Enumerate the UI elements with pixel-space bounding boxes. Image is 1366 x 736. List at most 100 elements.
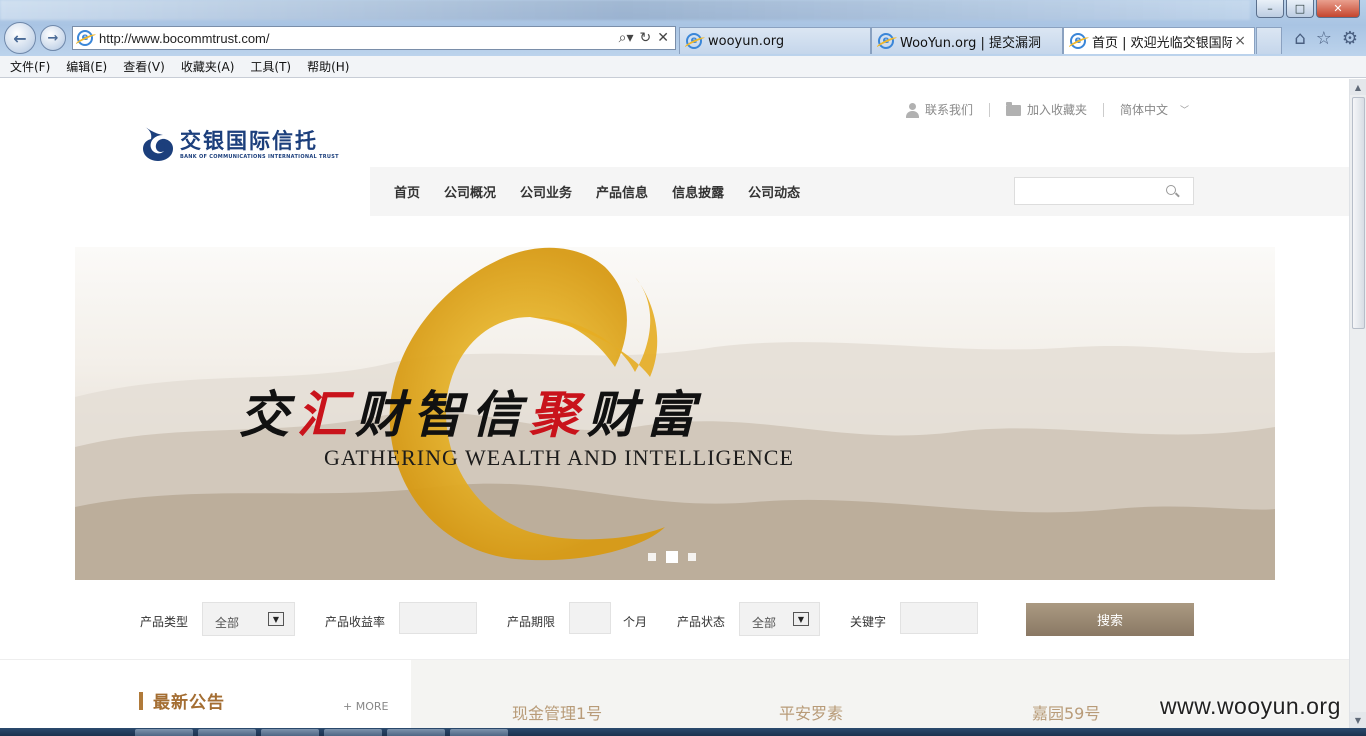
favorite-label: 加入收藏夹 xyxy=(1027,103,1088,117)
status-value: 全部 xyxy=(752,616,777,630)
browser-tab-active[interactable]: e 首页 | 欢迎光临交银国际... × xyxy=(1063,27,1255,54)
banner-headline-accent: 汇 xyxy=(297,385,355,444)
more-link[interactable]: + MORE xyxy=(343,700,388,713)
ie-icon: e xyxy=(77,30,93,46)
address-bar[interactable]: e http://www.bocommtrust.com/ ⌕▾ ↻ ✕ xyxy=(72,26,676,50)
hero-banner[interactable]: 交汇财智信聚财富 GATHERING WEALTH AND INTELLIGEN… xyxy=(75,247,1275,580)
language-selector[interactable]: 简体中文 ﹀ xyxy=(1120,101,1189,118)
taskbar-item[interactable] xyxy=(387,729,445,736)
keyword-label: 关键字 xyxy=(850,615,887,629)
search-dropdown-icon[interactable]: ⌕▾ xyxy=(619,30,634,46)
term-label: 产品期限 xyxy=(507,615,556,629)
product-type-label: 产品类型 xyxy=(140,615,189,629)
ie-icon: e xyxy=(686,33,702,49)
product-type-value: 全部 xyxy=(215,616,240,630)
menu-tools[interactable]: 工具(T) xyxy=(250,58,291,75)
nav-disclosure[interactable]: 信息披露 xyxy=(672,182,724,201)
menu-view[interactable]: 查看(V) xyxy=(123,58,165,75)
nav-products[interactable]: 产品信息 xyxy=(596,182,648,201)
tab-label: 首页 | 欢迎光临交银国际... xyxy=(1092,35,1232,51)
carousel-dot[interactable] xyxy=(648,553,656,561)
nav-home[interactable]: 首页 xyxy=(370,182,420,201)
ie-icon: e xyxy=(878,33,894,49)
product-search-button[interactable]: 搜索 xyxy=(1026,603,1194,636)
product-name[interactable]: 嘉园59号 xyxy=(1032,700,1100,724)
web-page: 联系我们 加入收藏夹 简体中文 ﹀ 交银国际信托 BANK OF COMMUNI… xyxy=(0,79,1349,728)
nav-news[interactable]: 公司动态 xyxy=(748,182,800,201)
new-tab-button[interactable] xyxy=(1256,27,1282,54)
refresh-icon[interactable]: ↻ xyxy=(640,30,652,46)
utility-links: 联系我们 加入收藏夹 简体中文 ﹀ xyxy=(905,101,1189,118)
scroll-up-icon[interactable]: ▲ xyxy=(1350,79,1366,95)
banner-headline-part: 财富 xyxy=(587,385,703,444)
banner-headline-accent: 聚 xyxy=(529,385,587,444)
term-input[interactable] xyxy=(569,602,611,634)
yield-input[interactable] xyxy=(399,602,477,634)
menu-favorites[interactable]: 收藏夹(A) xyxy=(181,58,235,75)
maximize-button[interactable]: □ xyxy=(1286,0,1314,18)
scroll-down-icon[interactable]: ▼ xyxy=(1350,712,1366,728)
search-icon[interactable] xyxy=(1166,185,1176,195)
taskbar-item[interactable] xyxy=(261,729,319,736)
close-window-button[interactable]: ✕ xyxy=(1316,0,1360,18)
site-logo[interactable]: 交银国际信托 BANK OF COMMUNICATIONS INTERNATIO… xyxy=(139,125,339,165)
forward-button[interactable]: → xyxy=(40,25,66,51)
carousel-dots xyxy=(648,551,696,563)
taskbar-item[interactable] xyxy=(324,729,382,736)
os-taskbar xyxy=(0,728,1366,736)
watermark: www.wooyun.org xyxy=(1160,693,1341,719)
forward-arrow-icon: → xyxy=(47,30,59,46)
home-icon[interactable]: ⌂ xyxy=(1294,28,1305,49)
news-section: 最新公告 + MORE xyxy=(0,659,411,728)
ie-icon: e xyxy=(1070,33,1086,49)
contact-link[interactable]: 联系我们 xyxy=(905,101,973,118)
browser-tab[interactable]: e WooYun.org | 提交漏洞 xyxy=(871,27,1063,54)
menu-bar: 文件(F) 编辑(E) 查看(V) 收藏夹(A) 工具(T) 帮助(H) xyxy=(0,56,1366,78)
stop-icon[interactable]: ✕ xyxy=(657,30,669,46)
logo-chinese-name: 交银国际信托 xyxy=(180,128,318,153)
minimize-button[interactable]: – xyxy=(1256,0,1284,18)
yield-label: 产品收益率 xyxy=(325,615,386,629)
keyword-input[interactable] xyxy=(900,602,978,634)
carousel-dot-active[interactable] xyxy=(666,551,678,563)
back-arrow-icon: ← xyxy=(13,28,27,48)
menu-help[interactable]: 帮助(H) xyxy=(307,58,349,75)
browser-chrome: – □ ✕ ← → e http://www.bocommtrust.com/ … xyxy=(0,0,1366,56)
banner-headline-part: 财智信 xyxy=(355,385,529,444)
vertical-scrollbar[interactable]: ▲ ▼ xyxy=(1349,79,1366,728)
tools-gear-icon[interactable]: ⚙ xyxy=(1342,28,1358,49)
taskbar-item[interactable] xyxy=(198,729,256,736)
banner-headline-part: 交 xyxy=(239,385,297,444)
dropdown-arrow-icon[interactable]: ▼ xyxy=(793,612,809,626)
status-select[interactable]: 全部 ▼ xyxy=(739,602,820,636)
product-name[interactable]: 现金管理1号 xyxy=(512,700,602,724)
nav-about[interactable]: 公司概况 xyxy=(444,182,496,201)
menu-edit[interactable]: 编辑(E) xyxy=(66,58,107,75)
address-url[interactable]: http://www.bocommtrust.com/ xyxy=(99,31,270,46)
add-favorite-link[interactable]: 加入收藏夹 xyxy=(1006,101,1087,118)
contact-label: 联系我们 xyxy=(925,103,974,117)
favorites-star-icon[interactable]: ☆ xyxy=(1316,28,1332,49)
tab-close-icon[interactable]: × xyxy=(1234,33,1246,49)
banner-subtitle: GATHERING WEALTH AND INTELLIGENCE xyxy=(324,445,794,470)
language-label: 简体中文 xyxy=(1120,103,1169,117)
taskbar-item[interactable] xyxy=(135,729,193,736)
chevron-down-icon: ﹀ xyxy=(1180,106,1190,116)
product-type-select[interactable]: 全部 ▼ xyxy=(202,602,295,636)
product-name[interactable]: 平安罗素 xyxy=(779,700,843,724)
divider xyxy=(1103,102,1105,117)
dropdown-arrow-icon[interactable]: ▼ xyxy=(268,612,284,626)
taskbar-item[interactable] xyxy=(450,729,508,736)
back-button[interactable]: ← xyxy=(4,22,36,54)
nav-business[interactable]: 公司业务 xyxy=(520,182,572,201)
logo-english-name: BANK OF COMMUNICATIONS INTERNATIONAL TRU… xyxy=(180,154,339,160)
term-unit: 个月 xyxy=(623,615,648,629)
carousel-dot[interactable] xyxy=(688,553,696,561)
scroll-thumb[interactable] xyxy=(1352,97,1365,329)
tab-label: WooYun.org | 提交漏洞 xyxy=(900,35,1042,51)
title-bar xyxy=(0,0,1250,20)
browser-tab[interactable]: e wooyun.org xyxy=(679,27,871,54)
news-title: 最新公告 xyxy=(153,693,225,713)
menu-file[interactable]: 文件(F) xyxy=(10,58,50,75)
main-nav: 首页 公司概况 公司业务 产品信息 信息披露 公司动态 xyxy=(370,167,1349,216)
